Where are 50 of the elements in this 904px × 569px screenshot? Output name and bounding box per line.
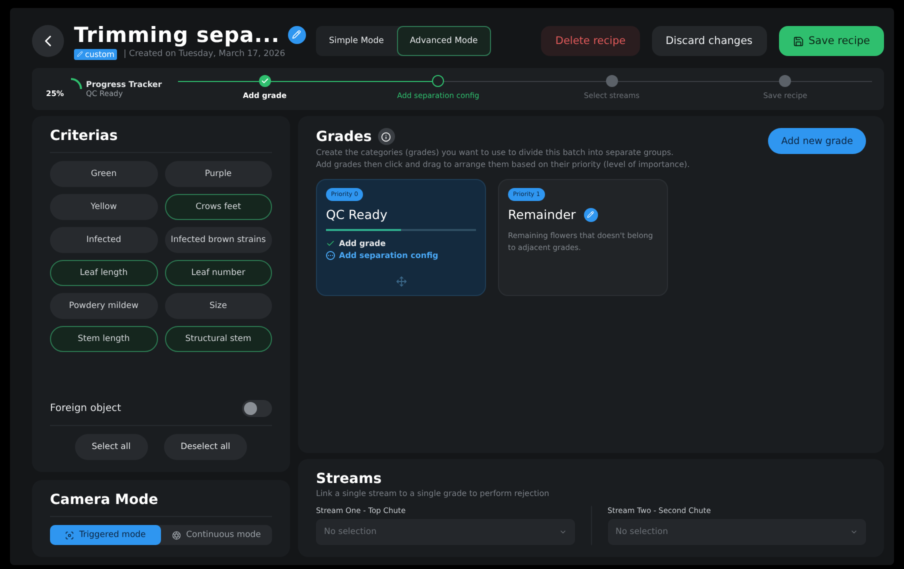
created-date: | Created on Tuesday, March 17, 2026 (123, 49, 286, 59)
edit-icon[interactable] (288, 26, 306, 44)
criteria-chip[interactable]: Powdery mildew (50, 293, 158, 319)
criteria-chip[interactable]: Infected brown strains (164, 227, 272, 253)
grade-name: Remainder (508, 207, 576, 222)
save-button[interactable]: Save recipe (778, 26, 884, 56)
tracker-title: Progress Tracker (86, 80, 163, 89)
criteria-chip[interactable]: Yellow (50, 194, 158, 220)
camera-mode-option[interactable]: Continuous mode (161, 525, 272, 545)
criteria-chip[interactable]: Size (164, 293, 272, 319)
discard-button[interactable]: Discard changes (652, 26, 767, 56)
grades-description: Create the categories (grades) you want to use to divide this batch into separate groups. Add grades then click and drag to arrange them based on their priority (level of importance). (316, 147, 690, 171)
criteria-chip[interactable]: Structural stem (164, 326, 272, 352)
chevron-down-icon (850, 528, 858, 536)
select-all-button[interactable]: Select all (74, 434, 148, 460)
grade-step: Add separation config (326, 251, 476, 260)
criteria-chip[interactable]: Leaf number (164, 260, 272, 286)
foreign-object-toggle[interactable] (242, 400, 272, 417)
drag-handle-icon[interactable] (396, 276, 406, 287)
deselect-all-button[interactable]: Deselect all (164, 434, 248, 460)
criteria-chip[interactable]: Crows feet (164, 194, 272, 220)
criteria-chip[interactable]: Stem length (50, 326, 158, 352)
pencil-icon (77, 51, 83, 57)
criteria-chip[interactable]: Purple (164, 161, 272, 187)
add-grade-button[interactable]: Add new grade (768, 128, 866, 154)
panel-title: Streams (316, 471, 383, 487)
criteria-chip[interactable]: Leaf length (50, 260, 158, 286)
grade-name: QC Ready (326, 207, 388, 222)
delete-button[interactable]: Delete recipe (541, 26, 640, 56)
aperture-icon (172, 530, 182, 540)
progress-arc (70, 78, 82, 90)
panel-title: Grades (316, 128, 372, 144)
custom-tag: custom (74, 48, 118, 60)
streams-subtitle: Link a single stream to a single grade to perform rejection (316, 489, 550, 498)
grade-step: Add grade (326, 239, 476, 248)
focus-icon (65, 530, 74, 540)
camera-mode-option[interactable]: Triggered mode (50, 525, 161, 545)
panel-title: Criterias (50, 128, 119, 144)
recipe-title: Trimming sepa... (74, 22, 280, 46)
criteria-chip[interactable]: Infected (50, 227, 158, 253)
chevron-down-icon (558, 528, 566, 536)
mode-tab[interactable]: Advanced Mode (396, 26, 491, 56)
foreign-object-label: Foreign object (50, 403, 122, 414)
info-icon[interactable] (378, 128, 395, 145)
mode-tab[interactable]: Simple Mode (316, 26, 397, 56)
panel-title: Camera Mode (50, 492, 160, 508)
edit-icon[interactable] (584, 208, 598, 222)
criteria-chip[interactable]: Green (50, 161, 158, 187)
ellipsis-icon (326, 251, 335, 260)
check-icon (326, 239, 335, 248)
